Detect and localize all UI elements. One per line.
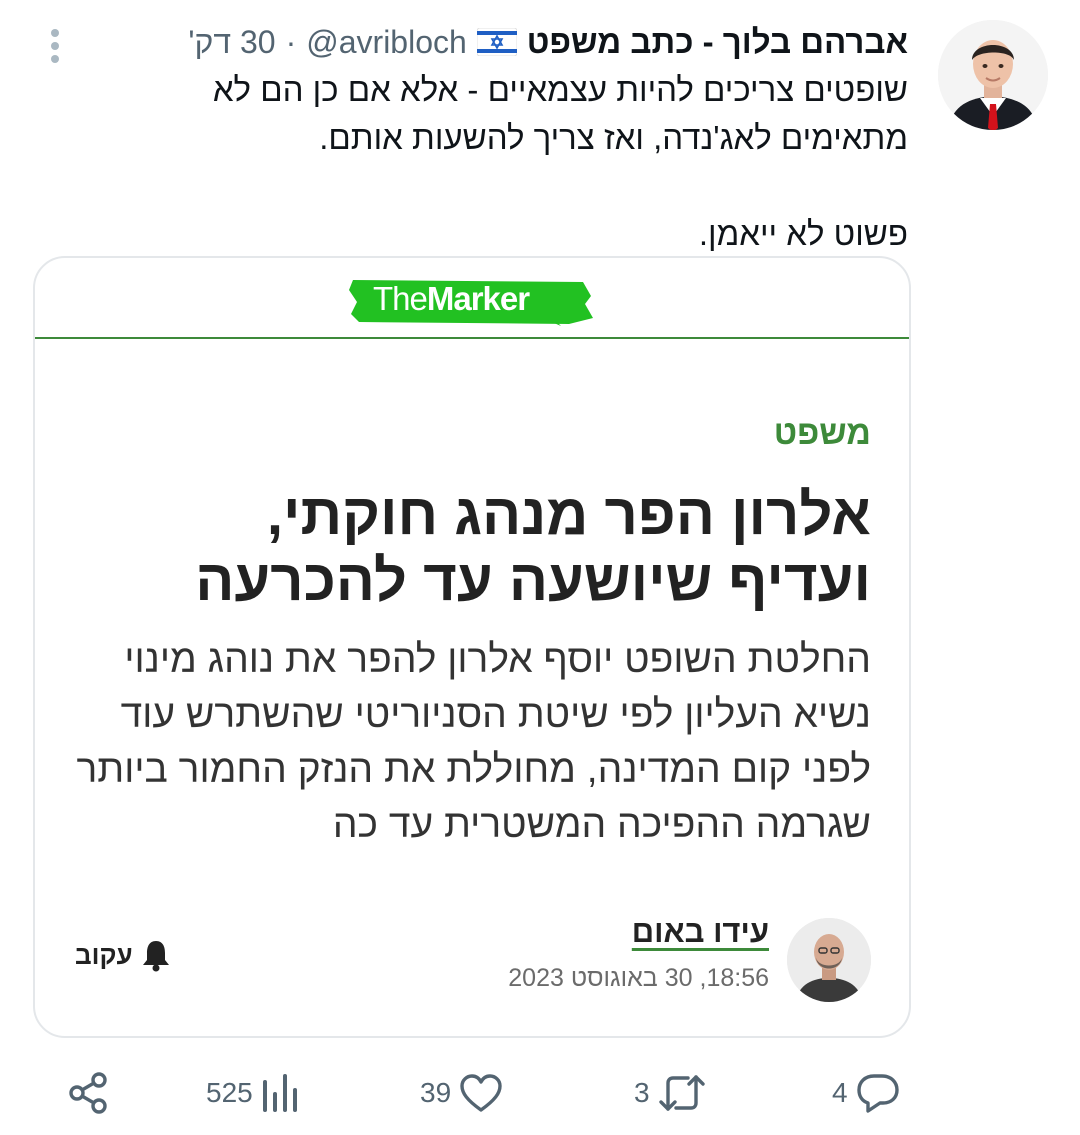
logo-divider <box>35 337 909 339</box>
tweet-text-paragraph-2: פשוט לא ייאמן. <box>698 215 908 252</box>
article-subhead: החלטת השופט יוסף אלרון להפר את נוהג מינו… <box>76 638 871 846</box>
retweet-button[interactable]: 3 <box>634 1070 706 1116</box>
reply-icon <box>856 1074 899 1113</box>
themarker-logo: TheMarker <box>347 274 597 328</box>
separator-dot: · <box>285 23 297 60</box>
author-handle[interactable]: @avribloch <box>306 24 467 61</box>
tweet-header: אברהם בלוך - כתב משפט @avribloch · 30 דק… <box>188 20 908 64</box>
tweet-action-bar: 525 39 3 4 <box>0 1062 1080 1122</box>
views-button[interactable]: 525 <box>206 1070 301 1116</box>
views-count: 525 <box>206 1077 253 1108</box>
logo-text-marker: Marker <box>426 280 530 317</box>
share-icon <box>69 1072 107 1114</box>
follow-button[interactable]: עקוב <box>75 938 171 972</box>
views-icon <box>262 1074 297 1112</box>
publish-date: 18:56, 30 באוגוסט 2023 <box>508 964 769 992</box>
tweet-text-paragraph-1: שופטים צריכים להיות עצמאיים - אלא אם כן … <box>212 71 908 156</box>
logo-text-the: The <box>373 280 428 317</box>
tweet-text: שופטים צריכים להיות עצמאיים - אלא אם כן … <box>78 66 908 258</box>
retweets-count: 3 <box>634 1077 650 1108</box>
bell-icon <box>141 938 171 972</box>
author-avatar-image <box>938 20 1048 130</box>
share-button[interactable] <box>68 1070 110 1116</box>
author-name[interactable]: אברהם בלוך - כתב משפט <box>527 23 908 61</box>
heart-icon <box>460 1074 502 1112</box>
reply-button[interactable]: 4 <box>832 1070 900 1116</box>
writer-avatar-image <box>787 918 871 1002</box>
tweet-time[interactable]: 30 דק' <box>188 24 275 61</box>
like-button[interactable]: 39 <box>420 1070 503 1116</box>
replies-count: 4 <box>832 1077 848 1108</box>
israel-flag-icon <box>476 28 517 56</box>
follow-label: עקוב <box>75 939 133 970</box>
retweet-icon <box>658 1075 705 1111</box>
tweet-view: אברהם בלוך - כתב משפט @avribloch · 30 דק… <box>0 0 1080 1135</box>
article-card[interactable]: TheMarker משפט אלרון הפר מנהג חוקתי, ועד… <box>33 256 911 1038</box>
likes-count: 39 <box>420 1077 452 1108</box>
writer-name[interactable]: עידו באום <box>632 914 769 950</box>
more-vertical-icon[interactable] <box>42 28 68 64</box>
writer-avatar[interactable] <box>787 918 871 1002</box>
logo-text: TheMarker <box>373 280 530 318</box>
article-category[interactable]: משפט <box>774 414 871 453</box>
article-headline[interactable]: אלרון הפר מנהג חוקתי, ועדיף שיושעה עד לה… <box>111 482 871 614</box>
author-avatar[interactable] <box>938 20 1048 130</box>
